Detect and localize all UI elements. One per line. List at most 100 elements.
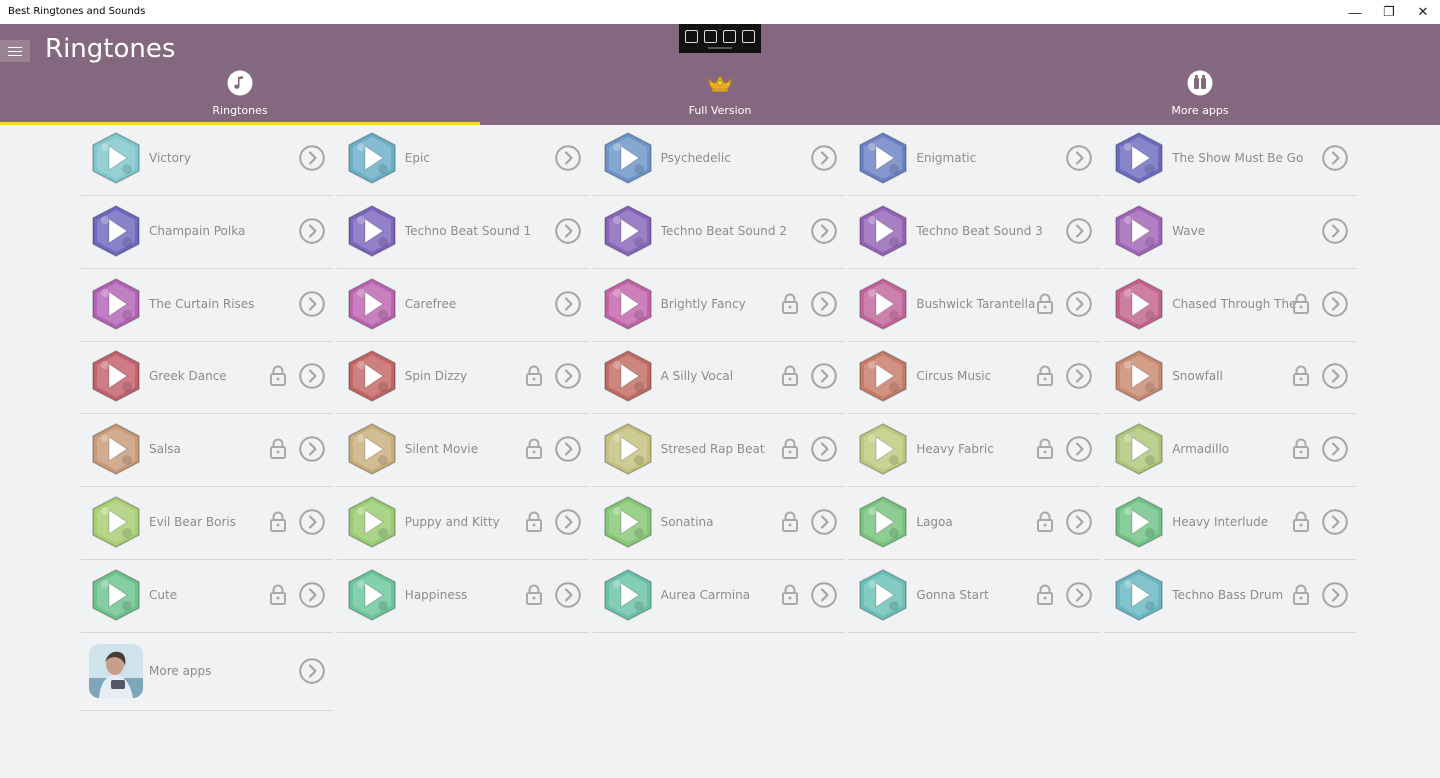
play-icon[interactable] (601, 131, 655, 185)
play-icon[interactable] (345, 131, 399, 185)
play-icon[interactable] (345, 568, 399, 622)
ringtone-item[interactable]: Brightly Fancy (592, 269, 845, 342)
chevron-right-icon[interactable] (299, 217, 325, 244)
play-icon[interactable] (89, 131, 143, 185)
ringtone-item[interactable]: Techno Beat Sound 1 (336, 196, 589, 269)
ringtone-item[interactable]: Champain Polka (81, 196, 333, 269)
chevron-right-icon[interactable] (1066, 145, 1093, 171)
toolbar-action-icon[interactable] (723, 30, 736, 43)
ringtone-item[interactable]: Spin Dizzy (336, 341, 589, 415)
more-apps-item[interactable]: More apps (81, 633, 333, 711)
close-button[interactable]: ✕ (1400, 0, 1440, 24)
chevron-right-icon[interactable] (1066, 436, 1093, 462)
play-icon[interactable] (856, 277, 910, 331)
chevron-right-icon[interactable] (1322, 290, 1348, 317)
play-icon[interactable] (1112, 422, 1166, 476)
chevron-right-icon[interactable] (299, 290, 325, 317)
ringtone-item[interactable]: Enigmatic (848, 123, 1101, 196)
play-icon[interactable] (89, 495, 143, 549)
chevron-right-icon[interactable] (554, 290, 581, 317)
play-icon[interactable] (1112, 277, 1166, 331)
ringtone-item[interactable]: Silent Movie (336, 414, 589, 488)
play-icon[interactable] (856, 349, 910, 403)
play-icon[interactable] (601, 495, 655, 549)
play-icon[interactable] (1112, 131, 1166, 185)
play-icon[interactable] (89, 349, 143, 403)
chevron-right-icon[interactable] (810, 581, 837, 608)
chevron-right-icon[interactable] (1066, 290, 1093, 317)
play-icon[interactable] (856, 131, 910, 185)
ringtone-item[interactable]: Greek Dance (81, 341, 333, 415)
chevron-right-icon[interactable] (810, 363, 837, 390)
play-icon[interactable] (89, 277, 143, 331)
chevron-right-icon[interactable] (810, 436, 837, 462)
tab-full-version[interactable]: Full Version (480, 68, 960, 125)
ringtone-item[interactable]: Psychedelic (592, 123, 845, 196)
tab-ringtones[interactable]: Ringtones (0, 68, 480, 125)
chevron-right-icon[interactable] (554, 436, 581, 462)
ringtone-item[interactable]: Salsa (81, 414, 333, 488)
ringtone-item[interactable]: Circus Music (848, 341, 1101, 415)
chevron-right-icon[interactable] (810, 509, 837, 535)
play-icon[interactable] (856, 422, 910, 476)
chevron-right-icon[interactable] (299, 363, 325, 390)
tab-more-apps[interactable]: More apps (960, 68, 1440, 125)
play-icon[interactable] (345, 204, 399, 258)
ringtone-item[interactable]: Victory (81, 123, 333, 196)
play-icon[interactable] (345, 277, 399, 331)
ringtone-item[interactable]: Snowfall (1104, 341, 1357, 415)
ringtone-item[interactable]: Armadillo (1104, 414, 1357, 488)
chevron-right-icon[interactable] (299, 509, 325, 535)
play-icon[interactable] (601, 204, 655, 258)
chevron-right-icon[interactable] (1066, 217, 1093, 244)
ringtone-item[interactable]: Epic (336, 123, 589, 196)
chevron-right-icon[interactable] (810, 290, 837, 317)
chevron-right-icon[interactable] (554, 217, 581, 244)
play-icon[interactable] (1112, 495, 1166, 549)
chevron-right-icon[interactable] (299, 436, 325, 462)
chevron-right-icon[interactable] (299, 581, 325, 608)
chevron-right-icon[interactable] (1066, 581, 1093, 608)
ringtone-item[interactable]: The Curtain Rises (81, 269, 333, 342)
play-icon[interactable] (856, 495, 910, 549)
play-icon[interactable] (89, 568, 143, 622)
ringtone-item[interactable]: Cute (81, 560, 333, 633)
hamburger-menu-button[interactable] (0, 40, 30, 62)
ringtone-item[interactable]: Techno Beat Sound 3 (848, 196, 1101, 269)
ringtone-item[interactable]: A Silly Vocal (592, 341, 845, 415)
chevron-right-icon[interactable] (554, 363, 581, 390)
chevron-right-icon[interactable] (554, 581, 581, 608)
play-icon[interactable] (856, 568, 910, 622)
ringtone-item[interactable]: Wave (1104, 196, 1357, 269)
play-icon[interactable] (601, 422, 655, 476)
toolbar-action-icon[interactable] (742, 30, 755, 43)
ringtone-item[interactable]: Chased Through The (1104, 269, 1357, 342)
play-icon[interactable] (345, 349, 399, 403)
chevron-right-icon[interactable] (1066, 509, 1093, 535)
play-icon[interactable] (89, 422, 143, 476)
ringtone-item[interactable]: Happiness (336, 560, 589, 633)
ringtone-item[interactable]: Lagoa (848, 487, 1101, 560)
ringtone-item[interactable]: Evil Bear Boris (81, 487, 333, 560)
chevron-right-icon[interactable] (299, 145, 325, 171)
ringtone-item[interactable]: Heavy Fabric (848, 414, 1101, 488)
ringtone-item[interactable]: Heavy Interlude (1104, 487, 1357, 560)
play-icon[interactable] (89, 204, 143, 258)
chevron-right-icon[interactable] (299, 657, 325, 684)
ringtone-item[interactable]: The Show Must Be Go (1104, 123, 1357, 196)
toolbar-grip[interactable] (708, 47, 732, 49)
ringtone-item[interactable]: Techno Beat Sound 2 (592, 196, 845, 269)
play-icon[interactable] (1112, 349, 1166, 403)
play-icon[interactable] (601, 277, 655, 331)
ringtone-item[interactable]: Puppy and Kitty (336, 487, 589, 560)
ringtone-item[interactable]: Carefree (336, 269, 589, 342)
play-icon[interactable] (1112, 568, 1166, 622)
play-icon[interactable] (601, 568, 655, 622)
chevron-right-icon[interactable] (1322, 145, 1348, 171)
ringtone-item[interactable]: Stresed Rap Beat (592, 414, 845, 488)
chevron-right-icon[interactable] (810, 145, 837, 171)
chevron-right-icon[interactable] (1322, 436, 1348, 462)
ringtone-item[interactable]: Bushwick Tarantella (848, 269, 1101, 342)
ringtone-item[interactable]: Techno Bass Drum (1104, 560, 1357, 633)
chevron-right-icon[interactable] (554, 145, 581, 171)
